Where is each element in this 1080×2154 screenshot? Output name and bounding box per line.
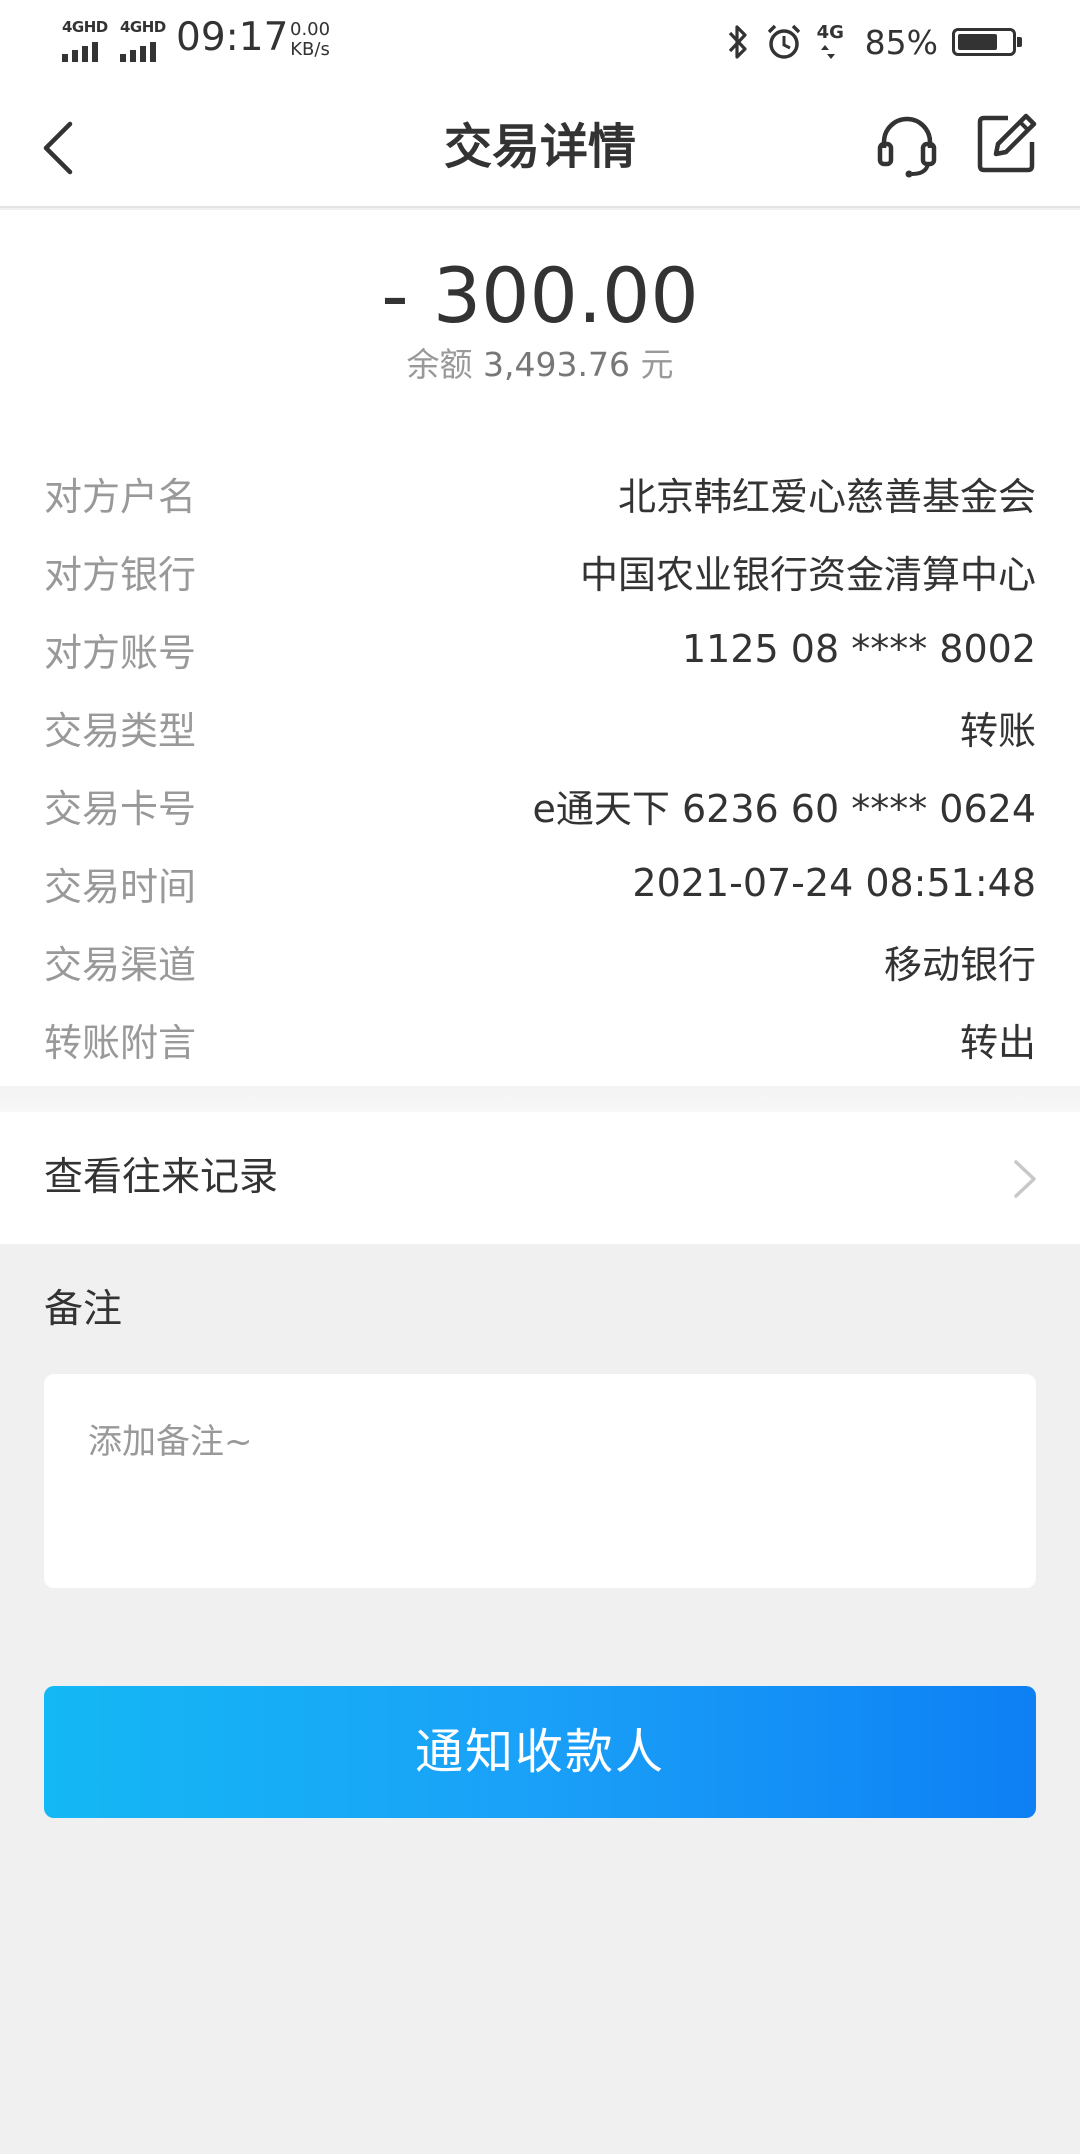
detail-value: 中国农业银行资金清算中心 bbox=[579, 552, 1036, 597]
view-history-label: 查看往来记录 bbox=[44, 1155, 279, 1200]
transaction-detail-card: - 300.00 余额 3,493.76 元 对方户名 北京韩红爱心慈善基金会 … bbox=[0, 210, 1080, 1086]
navigation-bar: 交易详情 bbox=[0, 88, 1080, 208]
detail-row-payee-name: 对方户名 北京韩红爱心慈善基金会 bbox=[44, 454, 1036, 532]
remark-input[interactable]: 添加备注~ bbox=[44, 1374, 1036, 1588]
detail-label: 对方账号 bbox=[44, 630, 197, 675]
detail-value: 移动银行 bbox=[883, 942, 1036, 987]
section-divider bbox=[0, 1086, 1080, 1112]
status-bar: 4GHD 4GHD 09:17 0.00 KB/s 4G 85% bbox=[0, 0, 1080, 88]
detail-row-transaction-type: 交易类型 转账 bbox=[44, 688, 1036, 766]
detail-label: 对方户名 bbox=[44, 474, 197, 519]
detail-value: 北京韩红爱心慈善基金会 bbox=[617, 474, 1036, 519]
detail-label: 转账附言 bbox=[44, 1020, 197, 1065]
net-type-label: 4G bbox=[816, 22, 844, 43]
status-icons: 4G 85% bbox=[725, 18, 1022, 66]
detail-value: 转账 bbox=[959, 708, 1036, 753]
detail-value: 转出 bbox=[959, 1020, 1036, 1065]
battery-percent: 85% bbox=[864, 22, 938, 62]
detail-label: 交易类型 bbox=[44, 708, 197, 753]
alarm-icon bbox=[767, 24, 800, 59]
detail-row-transaction-time: 交易时间 2021-07-24 08:51:48 bbox=[44, 844, 1036, 922]
detail-row-channel: 交易渠道 移动银行 bbox=[44, 922, 1036, 1000]
edit-icon[interactable] bbox=[974, 110, 1040, 176]
notify-payee-button[interactable]: 通知收款人 bbox=[44, 1686, 1036, 1818]
network-speed-unit: KB/s bbox=[290, 39, 330, 60]
battery-icon bbox=[952, 28, 1022, 56]
status-time: 09:17 bbox=[176, 15, 289, 60]
chevron-right-icon bbox=[1014, 1160, 1036, 1198]
4g-icon: 4G bbox=[817, 22, 851, 62]
network-type-label: 4GHD bbox=[120, 18, 166, 36]
detail-label: 交易时间 bbox=[44, 864, 197, 909]
balance-label: 余额 bbox=[406, 345, 473, 384]
network-speed: 0.00 KB/s bbox=[290, 20, 330, 60]
headset-icon[interactable] bbox=[874, 112, 940, 178]
remark-placeholder: 添加备注~ bbox=[88, 1422, 253, 1462]
detail-value: e通天下 6236 60 **** 0624 bbox=[532, 786, 1036, 831]
remark-title: 备注 bbox=[44, 1287, 123, 1332]
detail-value: 2021-07-24 08:51:48 bbox=[632, 861, 1036, 905]
bluetooth-icon bbox=[728, 25, 747, 59]
signal-icon-sim2: 4GHD bbox=[118, 18, 166, 62]
balance-value: 3,493.76 bbox=[483, 345, 630, 384]
view-history-link[interactable]: 查看往来记录 bbox=[0, 1112, 1080, 1244]
balance-line: 余额 3,493.76 元 bbox=[0, 338, 1080, 386]
signal-icon-sim1: 4GHD bbox=[60, 18, 108, 62]
detail-row-payee-bank: 对方银行 中国农业银行资金清算中心 bbox=[44, 532, 1036, 610]
detail-value: 1125 08 **** 8002 bbox=[681, 627, 1036, 671]
detail-row-card-number: 交易卡号 e通天下 6236 60 **** 0624 bbox=[44, 766, 1036, 844]
detail-row-transfer-note: 转账附言 转出 bbox=[44, 1000, 1036, 1078]
detail-label: 交易渠道 bbox=[44, 942, 197, 987]
balance-unit: 元 bbox=[640, 345, 674, 384]
detail-row-payee-account: 对方账号 1125 08 **** 8002 bbox=[44, 610, 1036, 688]
detail-label: 对方银行 bbox=[44, 552, 197, 597]
network-type-label: 4GHD bbox=[62, 18, 108, 36]
detail-label: 交易卡号 bbox=[44, 786, 197, 831]
battery-fill bbox=[958, 34, 997, 50]
network-speed-value: 0.00 bbox=[290, 19, 331, 40]
transaction-amount: - 300.00 bbox=[381, 251, 699, 340]
